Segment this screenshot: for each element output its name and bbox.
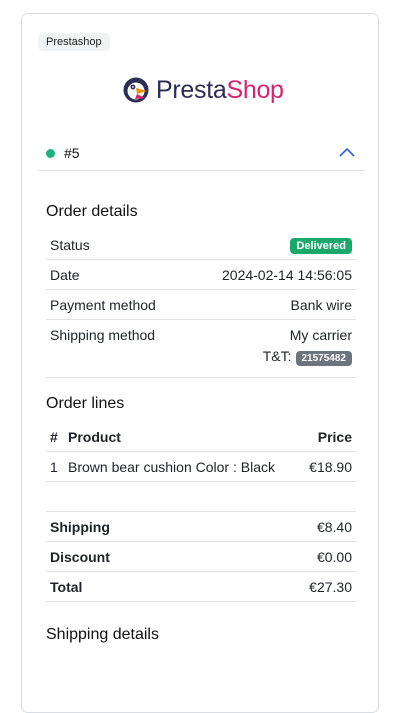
prestashop-logo: PrestaShop bbox=[123, 74, 284, 106]
order-number: #5 bbox=[64, 145, 80, 161]
order-lines-table: # Product Price 1 Brown bear cushion Col… bbox=[46, 422, 356, 482]
table-row: Status Delivered bbox=[46, 230, 356, 260]
row-label: Date bbox=[46, 259, 187, 290]
total-label: Shipping bbox=[46, 511, 224, 542]
total-label: Total bbox=[46, 571, 224, 602]
order-lines-title: Order lines bbox=[46, 395, 125, 412]
tracking-label: T&T: bbox=[262, 348, 292, 364]
row-label: Shipping method bbox=[46, 319, 187, 378]
total-value: €0.00 bbox=[223, 541, 356, 572]
table-row: Shipping method My carrier T&T: 21575482 bbox=[46, 319, 356, 378]
logo-text-presta: Presta bbox=[156, 75, 227, 104]
order-details-title: Order details bbox=[46, 203, 138, 220]
store-chip: Prestashop bbox=[38, 33, 110, 51]
totals-table: Shipping €8.40 Discount €0.00 Total €27.… bbox=[46, 511, 356, 602]
order-card: Prestashop PrestaShop #5 Order details S… bbox=[21, 13, 379, 713]
row-value: My carrier bbox=[289, 327, 352, 343]
row-label: Payment method bbox=[46, 289, 187, 320]
row-value: 2024-02-14 14:56:05 bbox=[186, 259, 356, 290]
tracking-badge[interactable]: 21575482 bbox=[295, 351, 352, 366]
table-row: 1 Brown bear cushion Color : Black €18.9… bbox=[46, 451, 356, 482]
chevron-up-icon[interactable] bbox=[338, 146, 356, 158]
row-value: Bank wire bbox=[186, 289, 356, 320]
order-details-table: Status Delivered Date 2024-02-14 14:56:0… bbox=[46, 230, 356, 378]
logo-text-shop: Shop bbox=[226, 75, 284, 104]
table-row: Payment method Bank wire bbox=[46, 289, 356, 320]
total-value: €27.30 bbox=[223, 571, 356, 602]
total-label: Discount bbox=[46, 541, 224, 572]
table-row: Shipping €8.40 bbox=[46, 511, 356, 542]
col-header-product: Product bbox=[64, 422, 301, 452]
row-label: Status bbox=[46, 230, 187, 260]
shipping-details-title: Shipping details bbox=[46, 626, 159, 643]
table-row: Total €27.30 bbox=[46, 571, 356, 602]
tracking-line: T&T: 21575482 bbox=[190, 348, 352, 366]
status-dot bbox=[46, 148, 55, 158]
line-price: €18.90 bbox=[300, 451, 356, 482]
table-header-row: # Product Price bbox=[46, 422, 356, 452]
logo-wordmark: PrestaShop bbox=[156, 76, 284, 105]
puffin-logo-icon bbox=[123, 77, 149, 103]
total-value: €8.40 bbox=[223, 511, 356, 542]
line-product: Brown bear cushion Color : Black bbox=[64, 451, 301, 482]
order-header[interactable]: #5 bbox=[38, 136, 364, 171]
col-header-price: Price bbox=[300, 422, 356, 452]
table-row: Date 2024-02-14 14:56:05 bbox=[46, 259, 356, 290]
status-badge: Delivered bbox=[290, 237, 352, 254]
table-row: Discount €0.00 bbox=[46, 541, 356, 572]
col-header-num: # bbox=[46, 422, 64, 452]
line-num: 1 bbox=[46, 451, 64, 482]
